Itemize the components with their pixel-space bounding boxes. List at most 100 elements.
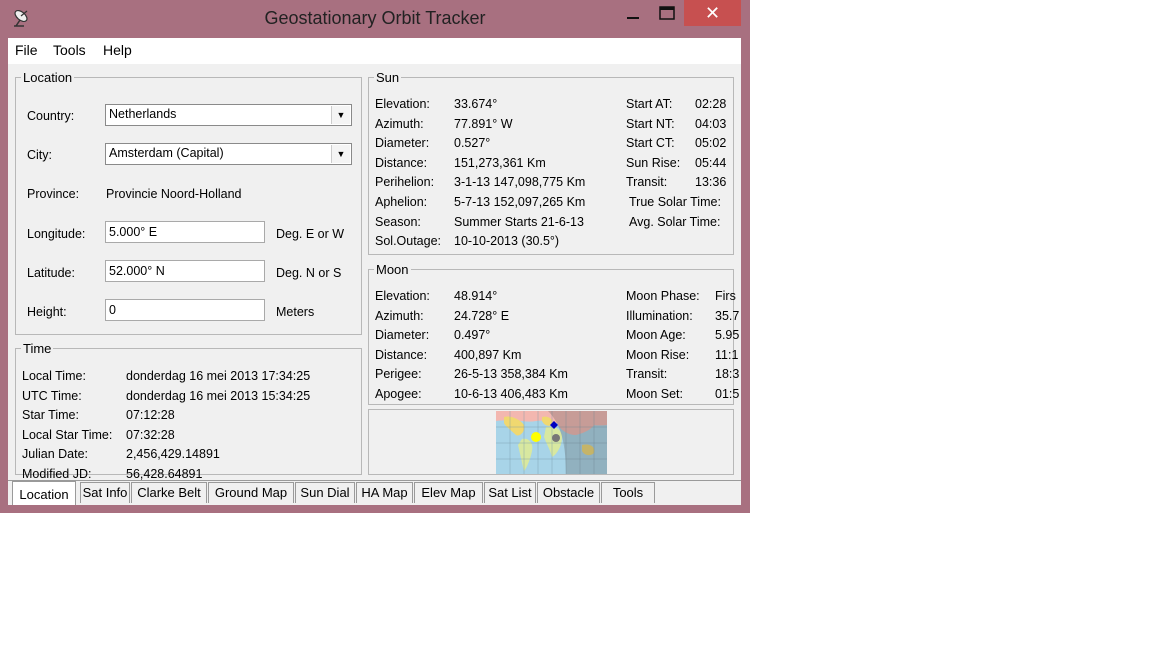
moon-right-row-value: Firs bbox=[715, 289, 736, 303]
province-label: Province: bbox=[27, 187, 80, 201]
location-legend: Location bbox=[23, 70, 73, 85]
moon-right-row-label: Moon Age: bbox=[626, 328, 686, 343]
latitude-label: Latitude: bbox=[27, 266, 75, 280]
location-group: Location Country: Netherlands ▼ City: Am… bbox=[15, 70, 362, 335]
minimize-icon bbox=[627, 17, 639, 19]
tab-sat-list[interactable]: Sat List bbox=[484, 482, 536, 503]
sun-right-row-value: 13:36 bbox=[695, 175, 727, 190]
height-label: Height: bbox=[27, 305, 67, 319]
time-row-value: donderdag 16 mei 2013 17:34:25 bbox=[126, 369, 311, 383]
country-label: Country: bbox=[27, 109, 75, 123]
sun-row-value: 5-7-13 152,097,265 Km bbox=[454, 195, 586, 209]
sun-right-row-label: Start AT: bbox=[626, 97, 673, 111]
moon-legend: Moon bbox=[376, 262, 409, 277]
moon-right-row-value: 35.7 bbox=[715, 308, 740, 323]
moon-row-value: 24.728° E bbox=[454, 308, 510, 323]
sun-group: Sun Elevation: 33.674° Azimuth: 77.891° W Di… bbox=[368, 70, 734, 255]
moon-right-row-value: 11:1 bbox=[715, 347, 739, 362]
tab-ground-map[interactable]: Ground Map bbox=[208, 482, 294, 503]
longitude-unit: Deg. E or W bbox=[276, 227, 345, 241]
latitude-unit: Deg. N or S bbox=[276, 266, 342, 280]
province-value: Provincie Noord-Holland bbox=[106, 187, 242, 201]
time-group: Time Local Time: donderdag 16 mei 2013 17… bbox=[15, 341, 362, 481]
sun-row-value: 77.891° W bbox=[454, 116, 513, 131]
time-row-value: 07:32:28 bbox=[126, 427, 175, 442]
sun-right-row-label: True Solar Time: bbox=[629, 195, 721, 209]
sun-right-row-label: Avg. Solar Time: bbox=[629, 214, 721, 229]
longitude-label: Longitude: bbox=[27, 227, 86, 241]
sun-legend: Sun bbox=[376, 70, 400, 85]
world-map-panel bbox=[368, 409, 734, 475]
time-row-label: Modified JD: bbox=[22, 467, 92, 481]
app-window: Geostationary Orbit Tracker ✕ File Tools… bbox=[0, 0, 750, 513]
tab-tools[interactable]: Tools bbox=[601, 482, 655, 503]
moon-row-label: Azimuth: bbox=[375, 308, 424, 323]
tab-strip: Location Sat Info Clarke Belt Ground Map Sun… bbox=[8, 481, 741, 505]
moon-group: Moon Elevation: 48.914° Azimuth: 24.728° E D… bbox=[368, 262, 739, 405]
tab-location[interactable]: Location bbox=[12, 481, 76, 505]
time-row-label: Julian Date: bbox=[22, 447, 89, 462]
menu-tools[interactable]: Tools bbox=[53, 42, 86, 58]
moon-right-row-value: 18:3 bbox=[715, 367, 740, 382]
moon-right-row-label: Moon Phase: bbox=[626, 289, 700, 303]
sun-row-label: Sol.Outage: bbox=[375, 234, 442, 249]
time-row-value: 07:12:28 bbox=[126, 408, 175, 423]
close-button[interactable]: ✕ bbox=[684, 0, 741, 26]
maximize-button[interactable] bbox=[654, 0, 680, 26]
sun-row-value: 33.674° bbox=[454, 97, 498, 111]
moon-row-value: 26-5-13 358,384 Km bbox=[454, 367, 568, 382]
tab-ha-map[interactable]: HA Map bbox=[356, 482, 413, 503]
sun-row-label: Diameter: bbox=[375, 136, 430, 151]
close-icon: ✕ bbox=[704, 2, 721, 23]
chevron-down-icon[interactable]: ▼ bbox=[331, 145, 350, 163]
sun-row-value: 151,273,361 Km bbox=[454, 155, 546, 170]
longitude-field[interactable] bbox=[105, 221, 265, 243]
sun-row-label: Aphelion: bbox=[375, 195, 428, 209]
sun-row-value: 0.527° bbox=[454, 136, 491, 151]
latitude-field[interactable] bbox=[105, 260, 265, 282]
time-row-label: Local Star Time: bbox=[22, 427, 113, 442]
sun-right-row-label: Sun Rise: bbox=[626, 155, 681, 170]
sun-position-marker bbox=[531, 432, 541, 442]
moon-row-value: 400,897 Km bbox=[454, 347, 522, 362]
country-select[interactable]: Netherlands ▼ bbox=[105, 104, 352, 126]
moon-row-label: Diameter: bbox=[375, 328, 430, 343]
maximize-icon bbox=[659, 6, 675, 20]
chevron-down-icon[interactable]: ▼ bbox=[331, 106, 350, 124]
moon-position-marker bbox=[552, 434, 560, 442]
sun-right-row-value: 05:44 bbox=[695, 155, 727, 170]
moon-row-label: Apogee: bbox=[375, 387, 422, 401]
world-map-thumbnail[interactable] bbox=[496, 411, 607, 474]
sun-right-row-value: 05:02 bbox=[695, 136, 727, 151]
moon-right-row-label: Moon Set: bbox=[626, 387, 683, 401]
title-bar[interactable]: Geostationary Orbit Tracker ✕ bbox=[0, 0, 750, 38]
height-field[interactable] bbox=[105, 299, 265, 321]
tab-clarke-belt[interactable]: Clarke Belt bbox=[131, 482, 207, 503]
time-row-label: UTC Time: bbox=[22, 388, 82, 403]
sun-right-row-value: 02:28 bbox=[695, 97, 727, 111]
menu-file[interactable]: File bbox=[15, 42, 38, 58]
country-value: Netherlands bbox=[109, 107, 177, 121]
tab-elev-map[interactable]: Elev Map bbox=[414, 482, 483, 503]
sun-row-label: Distance: bbox=[375, 155, 428, 170]
moon-row-label: Elevation: bbox=[375, 289, 430, 303]
moon-row-label: Perigee: bbox=[375, 367, 422, 382]
time-row-value: 2,456,429.14891 bbox=[126, 447, 220, 462]
city-value: Amsterdam (Capital) bbox=[109, 146, 224, 160]
sun-row-value: Summer Starts 21-6-13 bbox=[454, 214, 584, 229]
moon-right-row-value: 01:5 bbox=[715, 387, 740, 401]
menu-help[interactable]: Help bbox=[103, 42, 132, 58]
minimize-button[interactable] bbox=[620, 0, 646, 26]
time-row-label: Local Time: bbox=[22, 369, 86, 383]
sun-row-value: 3-1-13 147,098,775 Km bbox=[454, 175, 586, 190]
sun-row-label: Season: bbox=[375, 214, 421, 229]
sun-row-label: Elevation: bbox=[375, 97, 430, 111]
moon-row-value: 0.497° bbox=[454, 328, 491, 343]
tab-obstacle[interactable]: Obstacle bbox=[537, 482, 600, 503]
sun-row-value: 10-10-2013 (30.5°) bbox=[454, 234, 560, 249]
moon-right-row-label: Illumination: bbox=[626, 308, 693, 323]
city-select[interactable]: Amsterdam (Capital) ▼ bbox=[105, 143, 352, 165]
tab-sun-dial[interactable]: Sun Dial bbox=[295, 482, 355, 503]
moon-right-row-label: Transit: bbox=[626, 367, 668, 382]
tab-sat-info[interactable]: Sat Info bbox=[80, 482, 130, 503]
